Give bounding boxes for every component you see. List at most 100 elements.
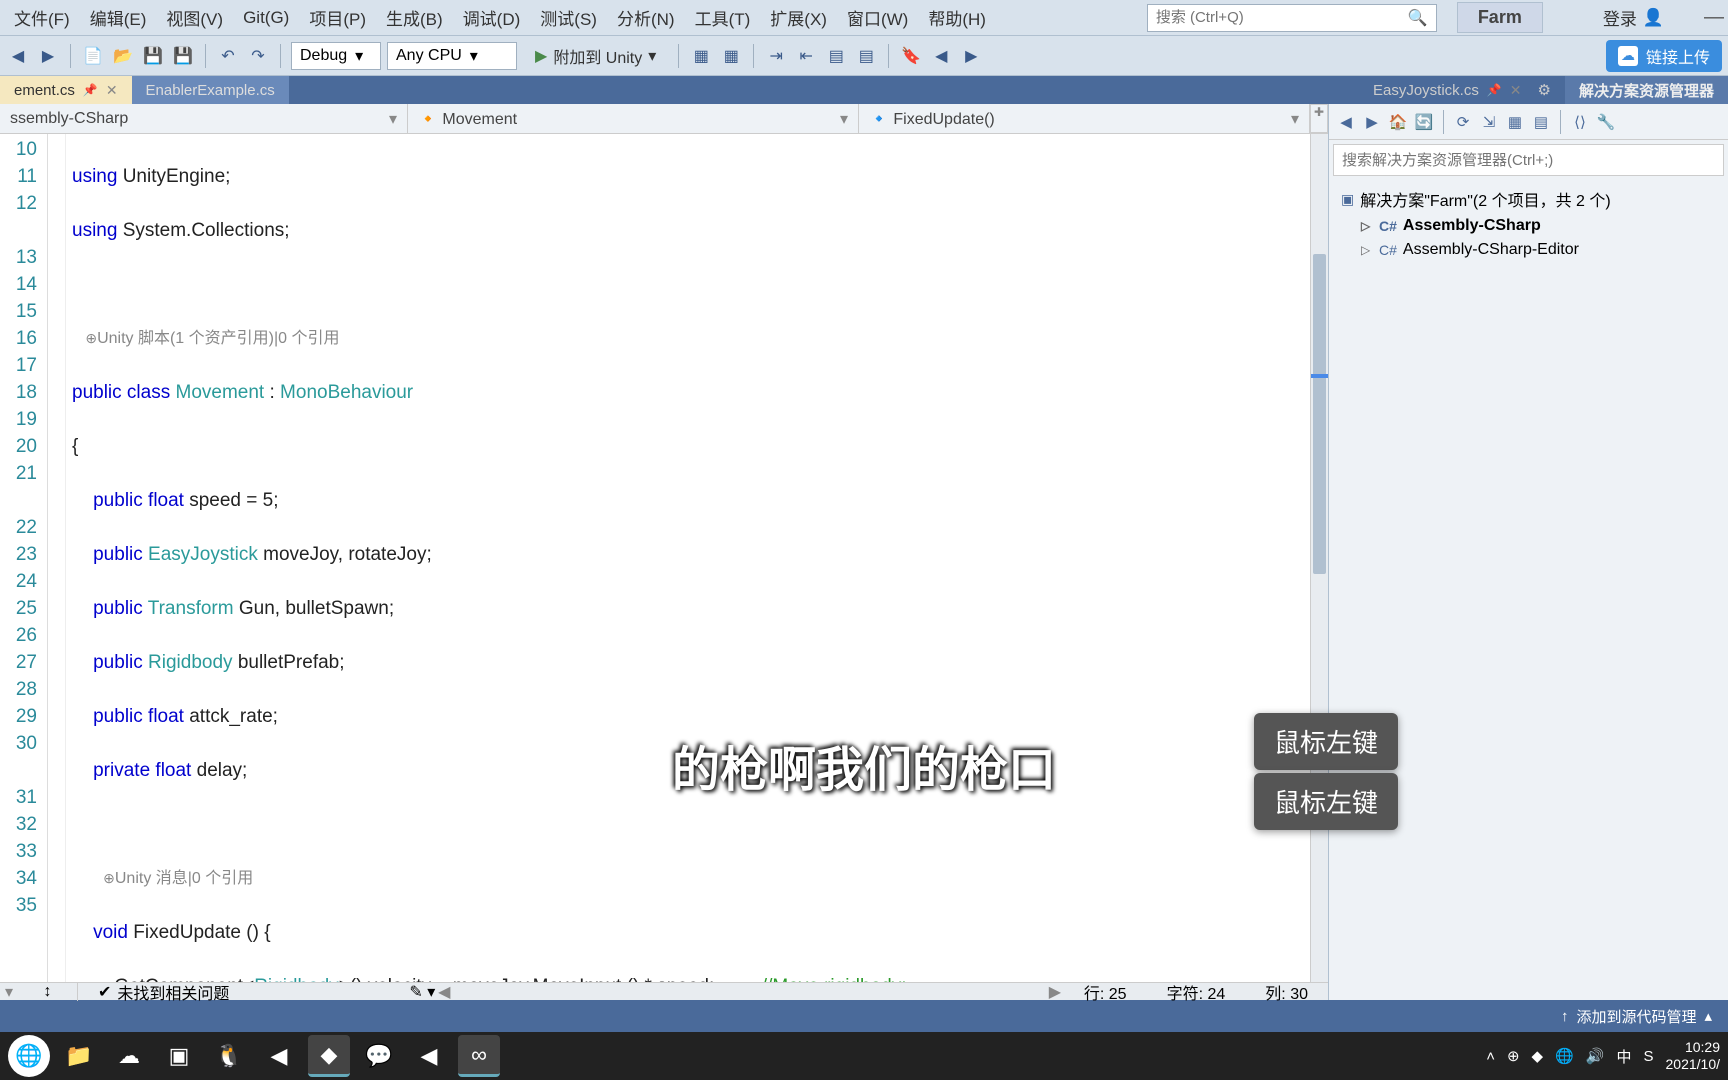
video-subtitle: 的枪啊我们的枪口 (672, 730, 1056, 800)
run-button[interactable]: ▶附加到 Unity▾ (523, 42, 668, 70)
new-file-icon[interactable]: 📄 (81, 44, 105, 68)
back-icon[interactable]: ◀ (1335, 111, 1357, 133)
fold-column[interactable] (48, 134, 66, 982)
volume-icon[interactable]: 🔊 (1586, 1047, 1605, 1065)
solution-tree[interactable]: ▣解决方案"Farm"(2 个项目，共 2 个) ▷C#Assembly-CSh… (1329, 180, 1728, 266)
wechat-icon[interactable]: 💬 (358, 1035, 400, 1077)
config-dropdown[interactable]: Debug▾ (291, 42, 381, 70)
menu-help[interactable]: 帮助(H) (918, 0, 996, 36)
menu-analyze[interactable]: 分析(N) (607, 0, 685, 36)
menu-extensions[interactable]: 扩展(X) (760, 0, 837, 36)
scm-button[interactable]: 添加到源代码管理 (1576, 1006, 1696, 1027)
pin-icon[interactable]: 📌 (1487, 83, 1502, 97)
menu-debug[interactable]: 调试(D) (453, 0, 531, 36)
login-button[interactable]: 登录👤 (1603, 5, 1664, 30)
scm-up-icon[interactable]: ↑ (1561, 1008, 1569, 1025)
tab-easy-joystick[interactable]: EasyJoystick.cs 📌 ✕ ⚙ (1359, 76, 1565, 104)
global-search[interactable]: 🔍 (1147, 4, 1437, 32)
undo-icon[interactable]: ↶ (216, 44, 240, 68)
project-node-2[interactable]: ▷C#Assembly-CSharp-Editor (1357, 238, 1720, 262)
comment-icon[interactable]: ▤ (824, 44, 848, 68)
nav-project[interactable]: ssembly-CSharp▾ (0, 104, 408, 133)
system-tray[interactable]: ˄ ⊕ ◆ 🌐 🔊 中 S 10:29 2021/10/ (1486, 1039, 1720, 1073)
open-icon[interactable]: 📂 (111, 44, 135, 68)
qq-icon[interactable]: 🐧 (208, 1035, 250, 1077)
forward-icon[interactable]: ▶ (1361, 111, 1383, 133)
uncomment-icon[interactable]: ▤ (854, 44, 878, 68)
solution-explorer-tab[interactable]: 解决方案资源管理器 (1565, 76, 1728, 104)
bookmark-icon[interactable]: 🔖 (899, 44, 923, 68)
tool-icon[interactable]: ▦ (719, 44, 743, 68)
chrome-icon[interactable]: 🌐 (8, 1035, 50, 1077)
project-node-1[interactable]: ▷C#Assembly-CSharp (1357, 214, 1720, 238)
platform-dropdown[interactable]: Any CPU▾ (387, 42, 517, 70)
solution-node[interactable]: ▣解决方案"Farm"(2 个项目，共 2 个) (1337, 184, 1720, 214)
close-icon[interactable]: ✕ (106, 82, 118, 99)
unity-icon[interactable]: ◆ (308, 1035, 350, 1077)
network-icon[interactable]: 🌐 (1555, 1047, 1574, 1065)
app-icon[interactable]: ◀ (258, 1035, 300, 1077)
menu-test[interactable]: 测试(S) (530, 0, 607, 36)
code-content[interactable]: using UnityEngine; using System.Collecti… (66, 134, 1310, 982)
redo-icon[interactable]: ↷ (246, 44, 270, 68)
back-icon[interactable]: ◀ (6, 44, 30, 68)
split-icon[interactable]: ✚ (1310, 104, 1328, 133)
chevron-down-icon: ▾ (355, 46, 363, 66)
menu-file[interactable]: 文件(F) (4, 0, 80, 36)
sync-icon[interactable]: 🔄 (1413, 111, 1435, 133)
preview-icon[interactable]: ⟨⟩ (1569, 111, 1591, 133)
properties-icon[interactable]: ▤ (1530, 111, 1552, 133)
pin-icon[interactable]: 📌 (83, 83, 98, 97)
scroll-thumb[interactable] (1313, 254, 1326, 574)
wrench-icon[interactable]: 🔧 (1595, 111, 1617, 133)
menu-build[interactable]: 生成(B) (376, 0, 453, 36)
tray-icon[interactable]: ⊕ (1507, 1047, 1520, 1065)
indent-icon[interactable]: ⇥ (764, 44, 788, 68)
tray-icon[interactable]: S (1643, 1048, 1653, 1065)
bookmark-prev-icon[interactable]: ◀ (929, 44, 953, 68)
refresh-icon[interactable]: ⟳ (1452, 111, 1474, 133)
search-input[interactable] (1156, 9, 1408, 26)
zoom-dropdown[interactable]: ↕ (18, 983, 78, 1001)
menu-view[interactable]: 视图(V) (156, 0, 233, 36)
menu-project[interactable]: 项目(P) (299, 0, 376, 36)
vertical-scrollbar[interactable] (1310, 134, 1328, 982)
se-search[interactable] (1333, 144, 1724, 176)
app-icon[interactable]: ◀ (408, 1035, 450, 1077)
show-all-icon[interactable]: ▦ (1504, 111, 1526, 133)
solution-name-button[interactable]: Farm (1457, 2, 1543, 33)
forward-icon[interactable]: ▶ (36, 44, 60, 68)
cloud-upload-button[interactable]: ☁链接上传 (1606, 40, 1722, 72)
nav-class[interactable]: 🔸 Movement▾ (408, 104, 859, 133)
tab-movement[interactable]: ement.cs 📌 ✕ (0, 76, 132, 104)
menu-window[interactable]: 窗口(W) (837, 0, 918, 36)
close-icon[interactable]: ✕ (1510, 82, 1522, 99)
se-search-input[interactable] (1342, 152, 1715, 169)
menu-git[interactable]: Git(G) (233, 2, 299, 34)
tab-enabler-example[interactable]: EnablerExample.cs (132, 76, 289, 104)
expand-icon[interactable]: ▷ (1361, 243, 1373, 257)
outdent-icon[interactable]: ⇤ (794, 44, 818, 68)
tray-icon[interactable]: ◆ (1532, 1047, 1544, 1065)
tool-icon[interactable]: ▦ (689, 44, 713, 68)
task-view-icon[interactable]: ▣ (158, 1035, 200, 1077)
chevron-up-icon[interactable]: ˄ (1486, 1048, 1495, 1065)
clock[interactable]: 10:29 2021/10/ (1666, 1039, 1721, 1073)
visual-studio-icon[interactable]: ∞ (458, 1035, 500, 1077)
menu-tools[interactable]: 工具(T) (685, 0, 761, 36)
save-icon[interactable]: 💾 (141, 44, 165, 68)
menu-edit[interactable]: 编辑(E) (80, 0, 157, 36)
collapse-icon[interactable]: ⇲ (1478, 111, 1500, 133)
nav-method[interactable]: 🔹 FixedUpdate()▾ (859, 104, 1310, 133)
home-icon[interactable]: 🏠 (1387, 111, 1409, 133)
gear-icon[interactable]: ⚙ (1538, 81, 1551, 99)
bookmark-next-icon[interactable]: ▶ (959, 44, 983, 68)
expand-icon[interactable]: ▷ (1361, 219, 1373, 233)
baidu-disk-icon[interactable]: ☁ (108, 1035, 150, 1077)
ime-icon[interactable]: 中 (1616, 1046, 1631, 1067)
file-explorer-icon[interactable]: 📁 (58, 1035, 100, 1077)
save-all-icon[interactable]: 💾 (171, 44, 195, 68)
horizontal-scrollbar[interactable]: ▾ ↕ ✔ 未找到相关问题 ✎ ▾ ◀ ▶ 行: 25 字符: 24 列: 30 (0, 982, 1328, 1000)
minimize-button[interactable]: — (1704, 6, 1724, 29)
code-editor[interactable]: 101112 13141516 17181920 212223 24252627… (0, 134, 1328, 982)
